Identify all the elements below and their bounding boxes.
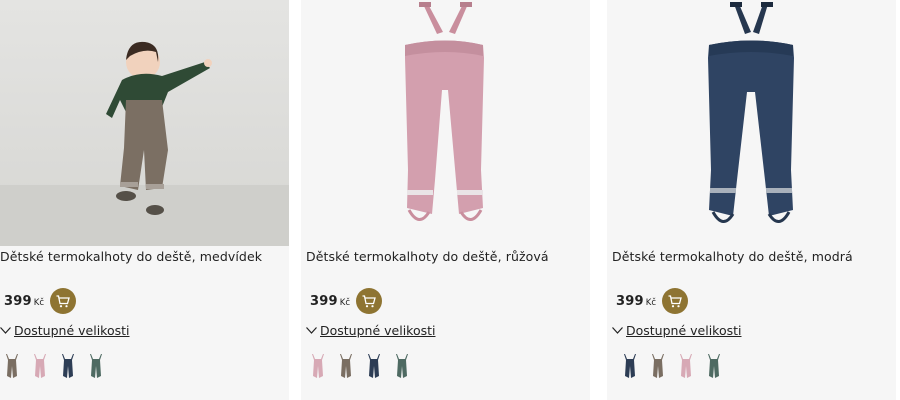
available-sizes-label: Dostupné velikosti <box>14 323 130 338</box>
available-sizes-toggle[interactable]: Dostupné velikosti <box>612 323 742 338</box>
color-swatch-pink[interactable] <box>678 354 694 380</box>
color-swatch-green[interactable] <box>706 354 722 380</box>
price-row: 399 Kč <box>310 288 382 314</box>
product-image[interactable] <box>0 0 289 246</box>
add-to-cart-button[interactable] <box>662 288 688 314</box>
available-sizes-toggle[interactable]: Dostupné velikosti <box>0 323 130 338</box>
add-to-cart-button[interactable] <box>356 288 382 314</box>
price: 399 <box>4 293 32 309</box>
color-swatch-navy[interactable] <box>622 354 638 380</box>
color-swatch-pink[interactable] <box>310 354 326 380</box>
product-card[interactable]: Dětské termokalhoty do deště, růžová 399… <box>301 0 590 400</box>
color-swatch-pink[interactable] <box>32 354 48 380</box>
cart-icon <box>668 294 682 307</box>
price-row: 399 Kč <box>4 288 76 314</box>
color-swatch-green[interactable] <box>394 354 410 380</box>
chevron-down-icon <box>0 327 11 334</box>
product-card[interactable]: Dětské termokalhoty do deště, medvídek 3… <box>0 0 289 400</box>
product-image[interactable] <box>607 0 896 246</box>
color-swatches <box>306 352 426 382</box>
product-card[interactable]: Dětské termokalhoty do deště, modrá 399 … <box>607 0 896 400</box>
product-title[interactable]: Dětské termokalhoty do deště, růžová <box>306 249 549 264</box>
color-swatches <box>0 352 120 382</box>
product-image[interactable] <box>301 0 590 246</box>
price: 399 <box>310 293 338 309</box>
color-swatch-brown[interactable] <box>4 354 20 380</box>
price: 399 <box>616 293 644 309</box>
chevron-down-icon <box>612 327 623 334</box>
color-swatch-brown[interactable] <box>650 354 666 380</box>
currency: Kč <box>339 297 350 308</box>
chevron-down-icon <box>306 327 317 334</box>
price-row: 399 Kč <box>616 288 688 314</box>
product-title[interactable]: Dětské termokalhoty do deště, medvídek <box>0 249 262 264</box>
currency: Kč <box>33 297 44 308</box>
available-sizes-label: Dostupné velikosti <box>626 323 742 338</box>
available-sizes-label: Dostupné velikosti <box>320 323 436 338</box>
add-to-cart-button[interactable] <box>50 288 76 314</box>
color-swatches <box>612 352 732 382</box>
color-swatch-green[interactable] <box>88 354 104 380</box>
color-swatch-brown[interactable] <box>338 354 354 380</box>
color-swatch-navy[interactable] <box>366 354 382 380</box>
currency: Kč <box>645 297 656 308</box>
cart-icon <box>56 294 70 307</box>
product-title[interactable]: Dětské termokalhoty do deště, modrá <box>612 249 853 264</box>
color-swatch-navy[interactable] <box>60 354 76 380</box>
available-sizes-toggle[interactable]: Dostupné velikosti <box>306 323 436 338</box>
cart-icon <box>362 294 376 307</box>
